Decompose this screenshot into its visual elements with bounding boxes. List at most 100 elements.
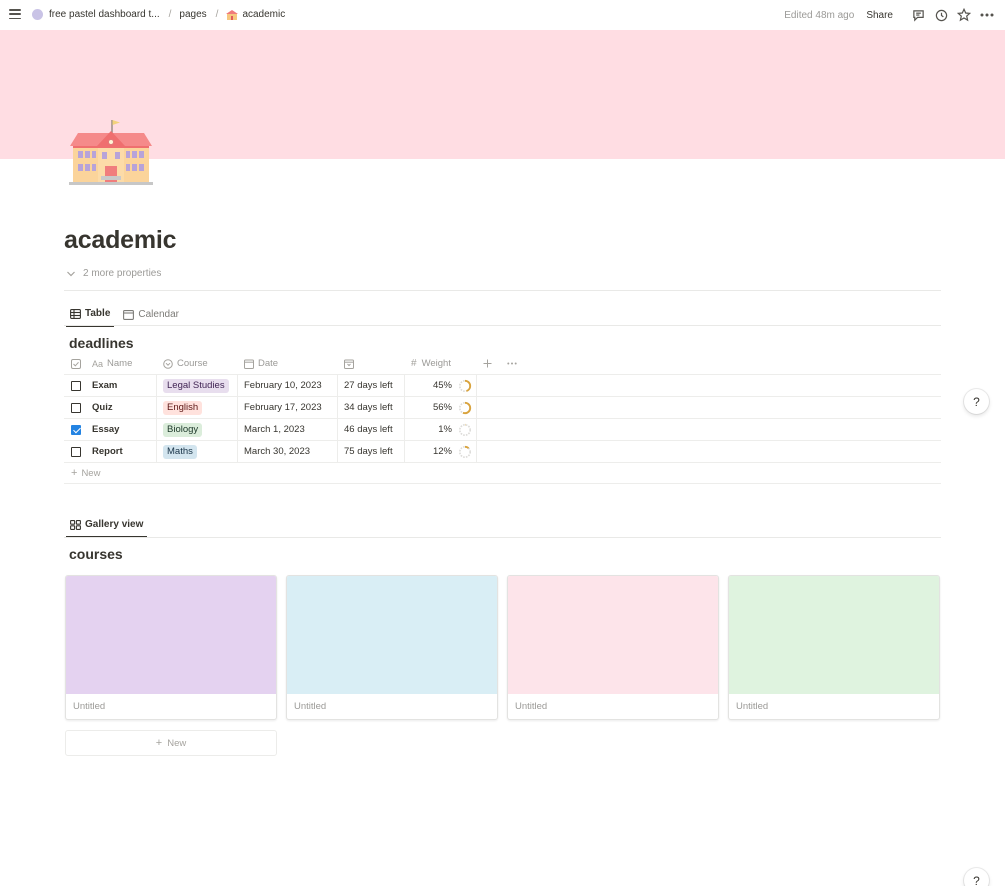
select-all-checkbox-icon[interactable] [64, 353, 89, 374]
weight-value: 56% [432, 402, 452, 413]
column-header-course[interactable]: Course [157, 353, 238, 374]
days-left: 46 days left [344, 424, 393, 435]
history-icon[interactable] [933, 7, 949, 23]
tab-label: Table [85, 308, 111, 319]
course-cell[interactable]: English [157, 397, 238, 418]
favorite-star-icon[interactable] [956, 7, 972, 23]
column-header-name[interactable]: Aa Name [89, 353, 157, 374]
date-property-icon [244, 359, 254, 369]
tab-label: Gallery view [85, 519, 144, 530]
row-checkbox[interactable] [71, 402, 81, 413]
course-cell[interactable]: Legal Studies [157, 375, 238, 396]
task-name: Report [92, 446, 123, 457]
task-name: Essay [92, 424, 120, 435]
breadcrumb-item-academic[interactable]: academic [242, 9, 285, 20]
progress-ring-icon [458, 423, 472, 436]
days-left-cell[interactable]: 46 days left [338, 419, 405, 440]
name-cell[interactable]: Report [89, 441, 157, 462]
divider [64, 537, 941, 538]
column-label: Name [107, 358, 133, 369]
column-header-date[interactable]: Date [238, 353, 338, 374]
add-new-card-button[interactable]: + New [65, 730, 277, 756]
name-cell[interactable]: Quiz [89, 397, 157, 418]
name-cell[interactable]: Essay [89, 419, 157, 440]
add-property-plus-icon[interactable] [477, 353, 501, 374]
progress-ring-icon [458, 379, 472, 392]
row-checkbox[interactable] [71, 446, 81, 457]
formula-calendar-icon [344, 359, 354, 369]
days-left: 27 days left [344, 380, 393, 391]
tab-label: Calendar [138, 309, 179, 320]
course-card[interactable]: Untitled [728, 575, 940, 720]
days-left-cell[interactable]: 34 days left [338, 397, 405, 418]
name-cell[interactable]: Exam [89, 375, 157, 396]
tab-gallery-view[interactable]: Gallery view [66, 516, 148, 538]
tab-calendar[interactable]: Calendar [119, 305, 183, 327]
course-card[interactable]: Untitled [286, 575, 498, 720]
date-cell[interactable]: February 17, 2023 [238, 397, 338, 418]
date-cell[interactable]: March 30, 2023 [238, 441, 338, 462]
days-left-cell[interactable]: 27 days left [338, 375, 405, 396]
course-tag: Biology [163, 422, 203, 437]
plus-icon: + [71, 467, 78, 479]
gallery-icon [70, 519, 81, 530]
due-date: March 30, 2023 [244, 446, 311, 457]
card-cover [66, 576, 276, 694]
breadcrumb-separator: / [168, 9, 172, 20]
edited-timestamp: Edited 48m ago [784, 9, 855, 21]
more-properties-toggle[interactable]: 2 more properties [66, 268, 161, 279]
courses-gallery: Untitled Untitled Untitled Untitled [65, 575, 940, 720]
column-header-weight[interactable]: # Weight [405, 353, 477, 374]
weight-cell[interactable]: 56% [405, 397, 477, 418]
course-tag: Legal Studies [163, 378, 229, 393]
course-card[interactable]: Untitled [507, 575, 719, 720]
calendar-icon [123, 309, 135, 320]
card-cover [729, 576, 939, 694]
courses-view-tabs: Gallery view [66, 516, 152, 538]
number-property-icon: # [411, 358, 417, 369]
row-checkbox-cell [64, 419, 89, 440]
add-new-row-button[interactable]: + New [64, 463, 941, 484]
progress-ring-icon [458, 401, 472, 414]
row-checkbox[interactable] [71, 380, 81, 391]
days-left-cell[interactable]: 75 days left [338, 441, 405, 462]
weight-cell[interactable]: 1% [405, 419, 477, 440]
school-building-icon[interactable] [69, 118, 153, 188]
course-card[interactable]: Untitled [65, 575, 277, 720]
menu-icon[interactable] [9, 8, 21, 20]
column-label: Date [258, 358, 279, 369]
breadcrumb-item-dashboard[interactable]: free pastel dashboard t... [49, 9, 160, 20]
table-row[interactable]: Essay Biology March 1, 2023 46 days left 1% [64, 419, 941, 441]
row-checkbox[interactable] [71, 424, 81, 435]
days-left: 75 days left [344, 446, 393, 457]
more-options-icon[interactable] [979, 7, 995, 23]
column-header-days-left[interactable] [338, 353, 405, 374]
plus-icon: + [155, 737, 163, 749]
chevron-down-icon [67, 271, 75, 276]
date-cell[interactable]: February 10, 2023 [238, 375, 338, 396]
table-row[interactable]: Exam Legal Studies February 10, 2023 27 day… [64, 375, 941, 397]
table-more-options-icon[interactable] [501, 353, 531, 374]
card-title: Untitled [294, 701, 327, 712]
weight-cell[interactable]: 45% [405, 375, 477, 396]
top-bar: free pastel dashboard t... / pages / aca… [0, 0, 1005, 30]
course-cell[interactable]: Maths [157, 441, 238, 462]
help-button[interactable]: ? [964, 868, 989, 886]
help-button[interactable]: ? [964, 389, 989, 414]
column-label: Weight [421, 358, 451, 369]
courses-title[interactable]: courses [69, 546, 123, 562]
course-cell[interactable]: Biology [157, 419, 238, 440]
share-button[interactable]: Share [866, 10, 893, 21]
comments-icon[interactable] [910, 7, 926, 23]
course-tag: English [163, 400, 203, 415]
table-row[interactable]: Quiz English February 17, 2023 34 days left… [64, 397, 941, 419]
tab-table[interactable]: Table [66, 305, 115, 327]
deadlines-title[interactable]: deadlines [69, 335, 134, 351]
deadlines-view-tabs: Table Calendar [66, 305, 188, 327]
table-row[interactable]: Report Maths March 30, 2023 75 days left 12% [64, 441, 941, 463]
page-title[interactable]: academic [64, 226, 177, 255]
breadcrumb-item-pages[interactable]: pages [179, 9, 206, 20]
date-cell[interactable]: March 1, 2023 [238, 419, 338, 440]
divider [64, 290, 941, 291]
weight-cell[interactable]: 12% [405, 441, 477, 462]
